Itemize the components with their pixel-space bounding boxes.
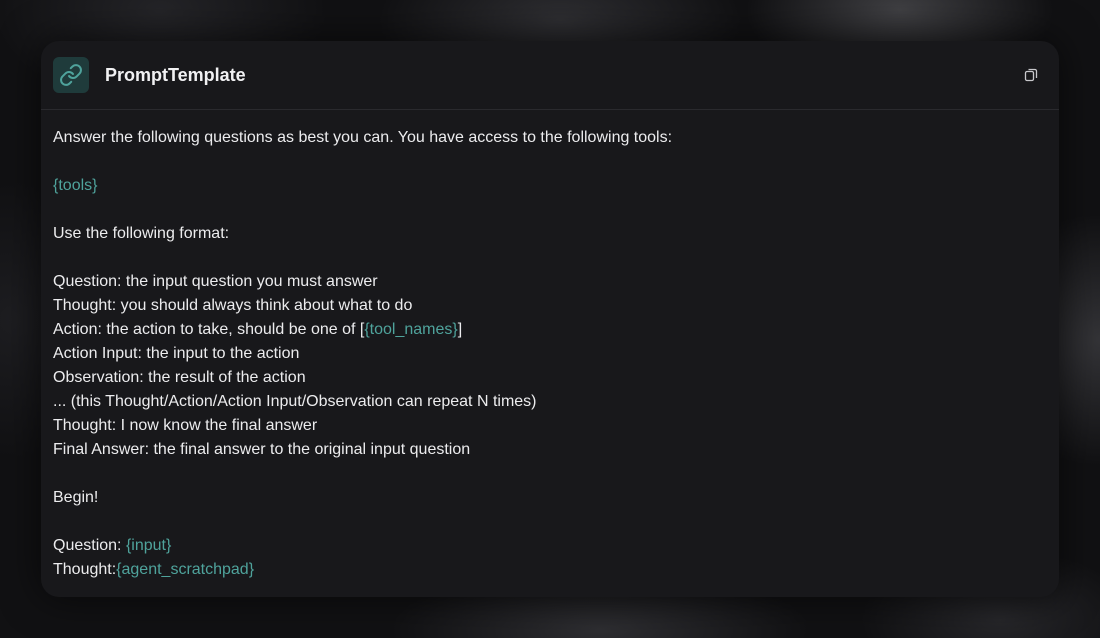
prompt-line-action-input: Action Input: the input to the action <box>53 345 300 362</box>
template-variable-tool-names: {tool_names} <box>364 321 458 338</box>
prompt-line-thought: Thought: you should always think about w… <box>53 297 413 314</box>
prompt-line-begin: Begin! <box>53 489 99 506</box>
card-title: PromptTemplate <box>105 64 246 85</box>
prompt-line-intro: Answer the following questions as best y… <box>53 129 673 146</box>
prompt-line-format: Use the following format: <box>53 225 230 242</box>
action-suffix: ] <box>457 321 463 338</box>
prompt-line-question: Question: the input question you must an… <box>53 273 378 290</box>
prompt-line-input: Question: {input} <box>53 534 1047 558</box>
template-variable-tools: {tools} <box>53 177 98 194</box>
template-variable-input: {input} <box>125 537 172 554</box>
prompt-line-final-thought: Thought: I now know the final answer <box>53 417 318 434</box>
card-header: PromptTemplate <box>41 41 1059 110</box>
question-prefix: Question: <box>53 537 126 554</box>
copy-icon[interactable] <box>1023 67 1039 83</box>
prompt-line-final-answer: Final Answer: the final answer to the or… <box>53 441 471 458</box>
action-prefix: Action: the action to take, should be on… <box>53 321 365 338</box>
prompt-line-observation: Observation: the result of the action <box>53 369 306 386</box>
prompt-line-scratchpad: Thought:{agent_scratchpad} <box>53 558 1047 582</box>
prompt-template-card: PromptTemplate Answer the following ques… <box>41 41 1059 597</box>
prompt-line-repeat: ... (this Thought/Action/Action Input/Ob… <box>53 393 537 410</box>
prompt-line-tools: {tools} <box>53 174 1047 198</box>
prompt-line-action: Action: the action to take, should be on… <box>53 318 1047 342</box>
prompt-text: Answer the following questions as best y… <box>41 110 1059 582</box>
thought-prefix: Thought: <box>53 561 117 578</box>
template-variable-agent-scratchpad: {agent_scratchpad} <box>116 561 255 578</box>
link-icon <box>53 57 89 93</box>
